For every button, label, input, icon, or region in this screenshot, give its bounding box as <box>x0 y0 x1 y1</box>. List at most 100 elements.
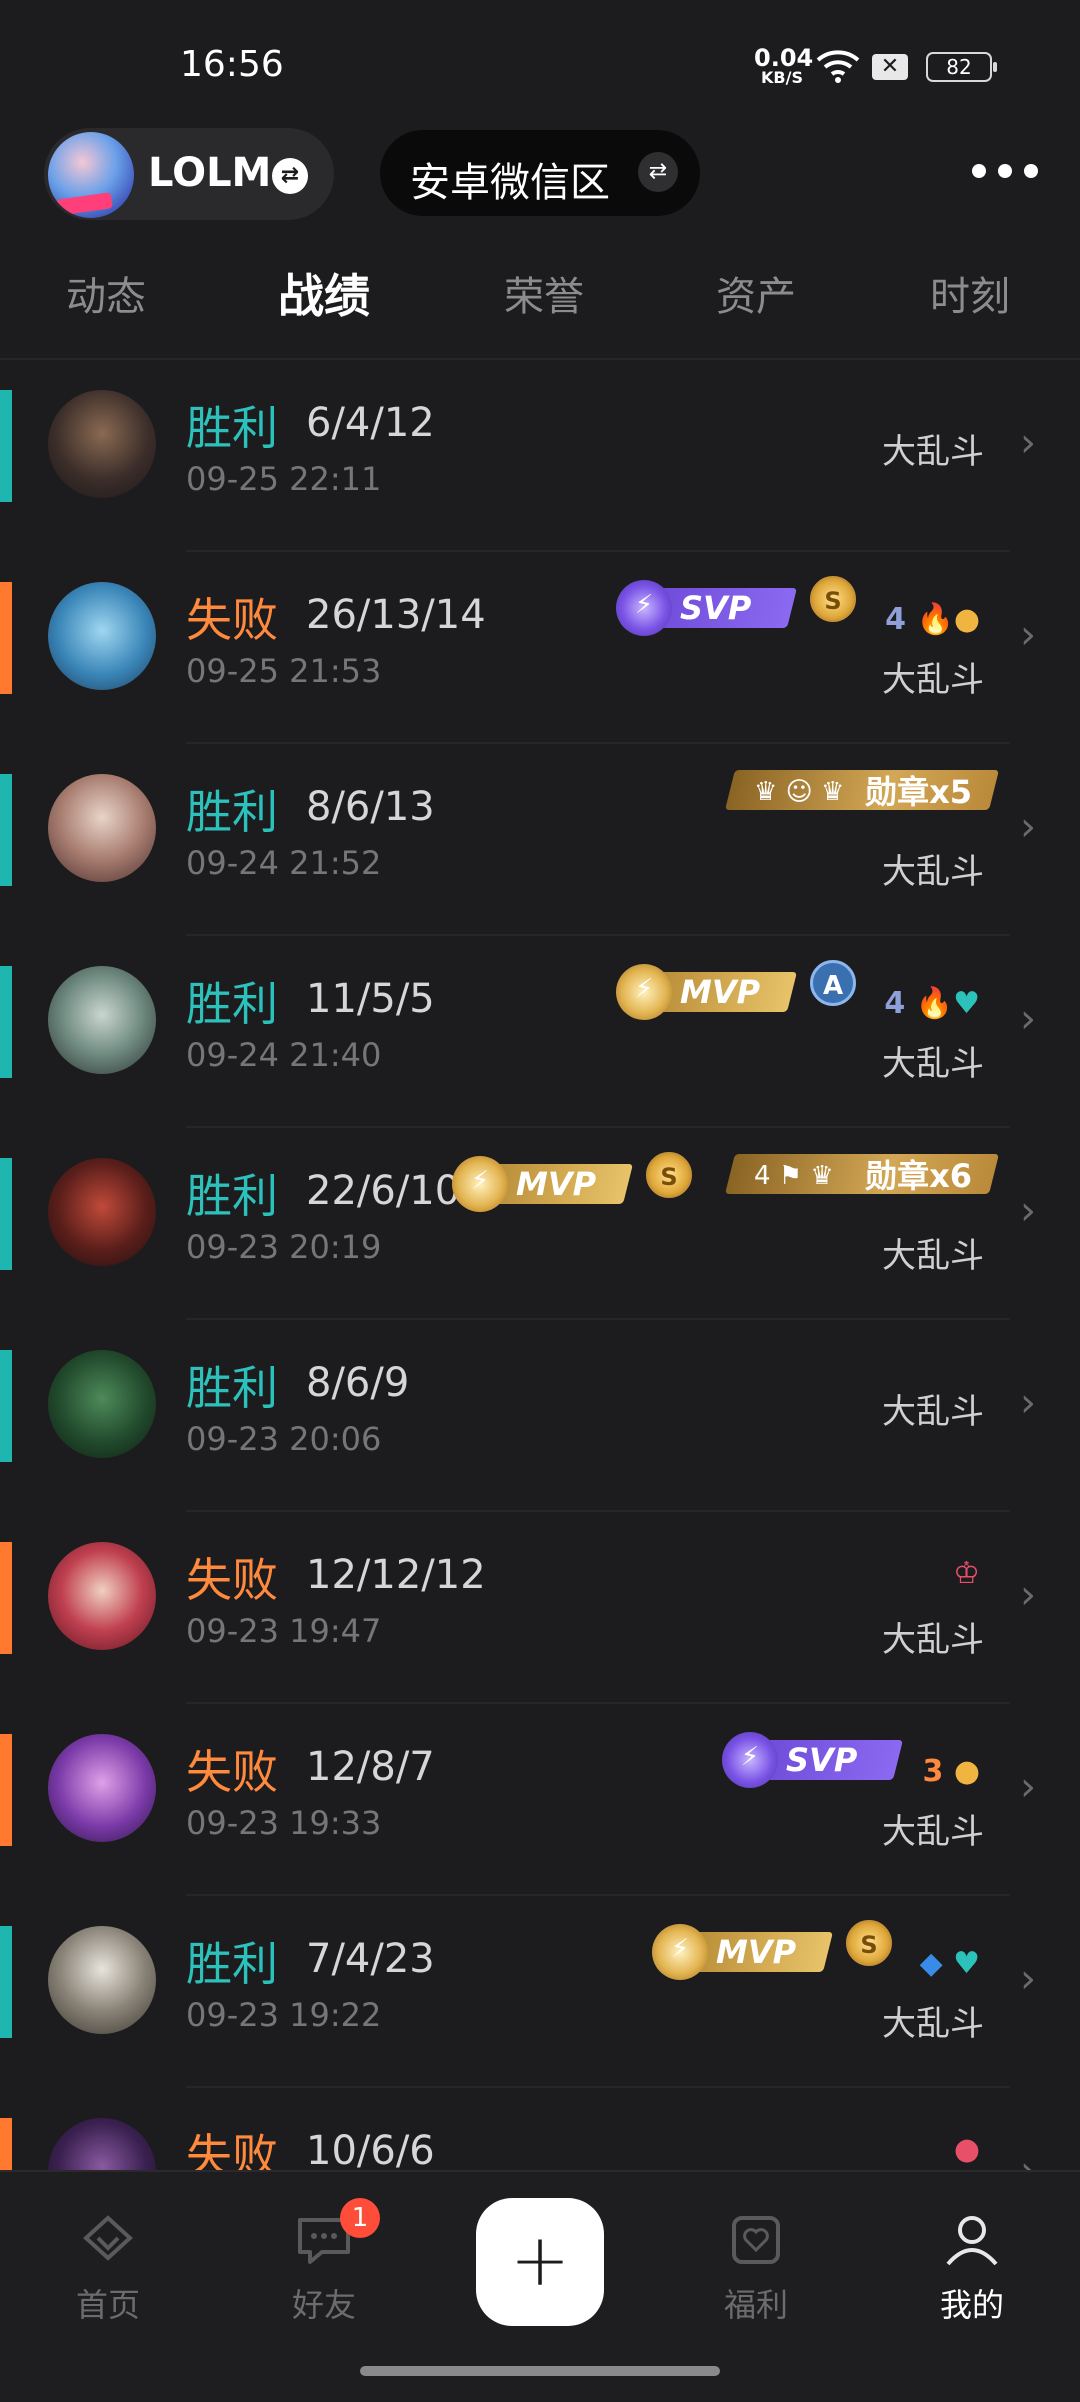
match-row[interactable]: 胜利 6/4/12 09-25 22:11 大乱斗 › <box>0 360 1080 552</box>
kill-streak-icons: 4 🔥● <box>885 602 980 637</box>
match-row[interactable]: 失败 12/8/7 09-23 19:33 SVP 3 ● 大乱斗 › <box>0 1704 1080 1896</box>
add-button[interactable]: + <box>476 2198 604 2326</box>
match-kda: 12/8/7 <box>306 1744 435 1790</box>
match-date: 09-24 21:40 <box>186 1036 382 1074</box>
champion-avatar <box>48 1542 156 1650</box>
medal-badge: ♛ ☺ ♛ 勋章x5 <box>725 768 999 812</box>
medal-badge: 4 ⚑ ♛ 勋章x6 <box>725 1152 999 1196</box>
chevron-right-icon: › <box>1020 1764 1036 1810</box>
chevron-right-icon: › <box>1020 1572 1036 1618</box>
match-mode: 大乱斗 <box>882 1044 984 1084</box>
net-speed-unit: KB/S <box>761 68 803 87</box>
svp-badge: SVP <box>722 1732 903 1788</box>
match-row[interactable]: 失败 12/12/12 09-23 19:47 ♔ 大乱斗 › <box>0 1512 1080 1704</box>
status-bar: 16:56 0.04 KB/S ✕ 82 <box>0 0 1080 120</box>
match-mode: 大乱斗 <box>882 660 984 700</box>
nav-welfare[interactable]: 福利 <box>686 2208 826 2326</box>
home-indicator[interactable] <box>360 2366 720 2376</box>
chevron-right-icon: › <box>1020 996 1036 1042</box>
result-indicator <box>0 774 12 886</box>
match-mode: 大乱斗 <box>882 1392 984 1432</box>
medal-icons: 4 ⚑ ♛ <box>754 1161 834 1191</box>
dot-icon <box>1024 164 1038 178</box>
match-result: 失败 <box>186 2129 278 2170</box>
match-result: 胜利 <box>186 401 278 455</box>
nav-friends[interactable]: 1 好友 <box>254 2198 394 2326</box>
champion-avatar <box>48 1926 156 2034</box>
match-row[interactable]: 胜利 22/6/10 09-23 20:19 MVP S 4 ⚑ ♛ 勋章x6 … <box>0 1128 1080 1320</box>
nav-me[interactable]: 我的 <box>902 2208 1042 2326</box>
tab-moments[interactable]: 时刻 <box>880 264 1060 322</box>
result-indicator <box>0 2118 12 2170</box>
mvp-emblem-icon <box>452 1156 508 1212</box>
champion-avatar <box>48 1734 156 1842</box>
match-kda: 6/4/12 <box>306 400 435 446</box>
match-kda: 26/13/14 <box>306 592 486 638</box>
kill-streak-icons: 3 ● <box>922 1754 981 1789</box>
match-row[interactable]: 胜利 8/6/9 09-23 20:06 大乱斗 › <box>0 1320 1080 1512</box>
match-date: 09-25 21:53 <box>186 652 382 690</box>
chevron-right-icon: › <box>1020 804 1036 850</box>
match-result: 胜利 <box>186 1169 278 1223</box>
match-kda: 7/4/23 <box>306 1936 435 1982</box>
nav-label: 好友 <box>291 2286 356 2324</box>
swap-icon: ⇄ <box>638 152 678 192</box>
battery-icon: 82 <box>926 52 997 82</box>
tab-honors[interactable]: 荣誉 <box>454 264 634 322</box>
user-icon <box>946 2216 998 2266</box>
chevron-right-icon: › <box>1020 1956 1036 2002</box>
match-date: 09-24 21:52 <box>186 844 382 882</box>
kill-streak-icons: 4 🔥♥ <box>884 986 980 1021</box>
result-indicator <box>0 1542 12 1654</box>
match-kda: 10/6/6 <box>306 2128 435 2170</box>
nav-home[interactable]: 首页 <box>38 2208 178 2326</box>
tab-bar: 动态 战绩 荣誉 资产 时刻 <box>0 240 1080 360</box>
tab-dynamics[interactable]: 动态 <box>16 264 196 322</box>
match-row[interactable]: 胜利 7/4/23 09-23 19:22 MVP S ◆ ♥ 大乱斗 › <box>0 1896 1080 2088</box>
result-indicator <box>0 1926 12 2038</box>
coin-icon: S <box>646 1152 692 1198</box>
blood-drop-icon: ● <box>953 2132 980 2167</box>
match-date: 09-23 20:19 <box>186 1228 382 1266</box>
match-result: 胜利 <box>186 785 278 839</box>
champion-avatar <box>48 774 156 882</box>
tab-records[interactable]: 战绩 <box>234 260 414 326</box>
match-mode: 大乱斗 <box>882 1236 984 1276</box>
avatar <box>48 132 134 218</box>
match-result: 胜利 <box>186 977 278 1031</box>
notification-badge: 1 <box>340 2198 380 2238</box>
support-icons: ◆ ♥ <box>919 1946 980 1981</box>
match-date: 09-23 19:33 <box>186 1804 382 1842</box>
chevron-right-icon: › <box>1020 612 1036 658</box>
match-result: 失败 <box>186 593 278 647</box>
match-row[interactable]: 失败 10/6/6 ● › <box>0 2088 1080 2170</box>
match-date: 09-23 19:47 <box>186 1612 382 1650</box>
match-row[interactable]: 胜利 8/6/13 09-24 21:52 ♛ ☺ ♛ 勋章x5 大乱斗 › <box>0 744 1080 936</box>
match-kda: 11/5/5 <box>306 976 435 1022</box>
match-mode: 大乱斗 <box>882 2004 984 2044</box>
match-row[interactable]: 胜利 11/5/5 09-24 21:40 MVP A 4 🔥♥ 大乱斗 › <box>0 936 1080 1128</box>
match-kda: 8/6/9 <box>306 1360 410 1406</box>
account-switcher[interactable]: LOLM ⇄ <box>44 128 334 220</box>
gift-icon <box>732 2216 780 2264</box>
dot-icon <box>972 164 986 178</box>
chevron-right-icon: › <box>1020 2148 1036 2170</box>
region-switcher[interactable]: 安卓微信区 ⇄ <box>380 130 700 216</box>
match-result: 胜利 <box>186 1937 278 1991</box>
net-speed-value: 0.04 <box>754 44 814 72</box>
mvp-badge: MVP <box>652 1924 833 1980</box>
match-mode: 大乱斗 <box>882 1812 984 1852</box>
champion-avatar <box>48 582 156 690</box>
more-options-button[interactable] <box>970 160 1040 184</box>
wifi-icon <box>816 50 860 83</box>
no-sim-icon: ✕ <box>872 54 908 80</box>
match-row[interactable]: 失败 26/13/14 09-25 21:53 SVP S 4 🔥● 大乱斗 › <box>0 552 1080 744</box>
coin-icon: S <box>810 576 856 622</box>
result-indicator <box>0 1350 12 1462</box>
nav-label: 福利 <box>723 2286 788 2324</box>
tab-assets[interactable]: 资产 <box>666 264 846 322</box>
match-kda: 12/12/12 <box>306 1552 486 1598</box>
medal-icons: ♛ ☺ ♛ <box>754 777 845 807</box>
champion-avatar <box>48 2118 156 2170</box>
match-date: 09-23 19:22 <box>186 1996 382 2034</box>
